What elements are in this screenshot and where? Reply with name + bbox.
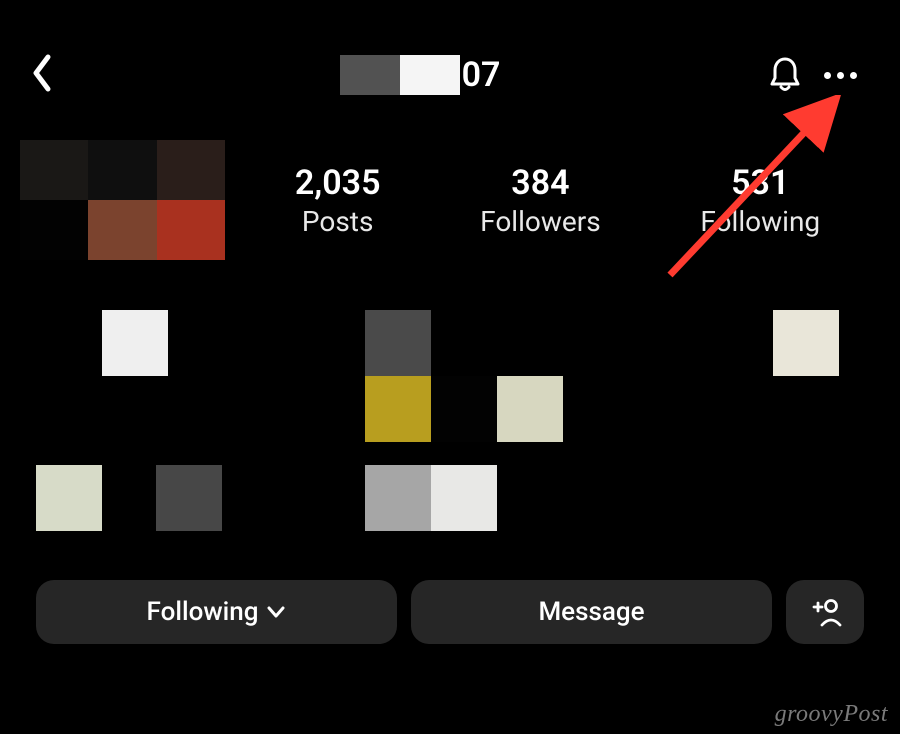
redacted-pixel — [156, 465, 222, 531]
dot-icon — [850, 72, 857, 79]
bio-area-redacted — [0, 310, 900, 570]
avatar-pixel — [20, 140, 88, 200]
notifications-button[interactable] — [760, 56, 810, 94]
chevron-down-icon — [266, 605, 286, 619]
dot-icon — [837, 72, 844, 79]
username-suffix: 07 — [462, 55, 501, 95]
posts-count: 2,035 — [295, 163, 381, 203]
profile-stats-row: 2,035 Posts 384 Followers 531 Following — [0, 120, 900, 280]
suggest-users-button[interactable] — [786, 580, 864, 644]
redacted-block — [400, 55, 460, 95]
followers-stat[interactable]: 384 Followers — [480, 163, 601, 238]
redacted-pixel — [365, 465, 431, 531]
following-button-label: Following — [147, 597, 259, 627]
followers-count: 384 — [480, 163, 601, 203]
avatar-pixel — [157, 140, 225, 200]
redacted-pixel — [431, 465, 497, 531]
following-label: Following — [700, 205, 820, 238]
profile-header: 07 — [0, 0, 900, 120]
followers-label: Followers — [480, 205, 601, 238]
add-person-icon — [808, 597, 842, 627]
avatar-pixel — [88, 140, 156, 200]
following-stat[interactable]: 531 Following — [700, 163, 820, 238]
posts-stat[interactable]: 2,035 Posts — [295, 163, 381, 238]
redacted-pixel — [102, 310, 168, 376]
back-button[interactable] — [30, 53, 80, 97]
message-button-label: Message — [538, 597, 644, 627]
redacted-pixel — [773, 310, 839, 376]
profile-avatar[interactable] — [20, 140, 225, 260]
username: 07 — [80, 55, 760, 95]
redacted-pixel — [431, 376, 497, 442]
redacted-pixel — [36, 465, 102, 531]
avatar-pixel — [88, 200, 156, 260]
avatar-pixel — [20, 200, 88, 260]
posts-label: Posts — [295, 205, 381, 238]
dot-icon — [824, 72, 831, 79]
redacted-pixel — [497, 376, 563, 442]
redacted-pixel — [365, 376, 431, 442]
more-options-button[interactable] — [810, 72, 870, 79]
chevron-left-icon — [30, 53, 54, 93]
following-count: 531 — [700, 163, 820, 203]
bell-icon — [768, 56, 802, 94]
avatar-pixel — [157, 200, 225, 260]
redacted-pixel — [365, 310, 431, 376]
redacted-block — [340, 55, 400, 95]
watermark: groovyPost — [775, 701, 888, 728]
stats-group: 2,035 Posts 384 Followers 531 Following — [245, 163, 870, 238]
action-buttons: Following Message — [0, 580, 900, 644]
message-button[interactable]: Message — [411, 580, 772, 644]
following-button[interactable]: Following — [36, 580, 397, 644]
